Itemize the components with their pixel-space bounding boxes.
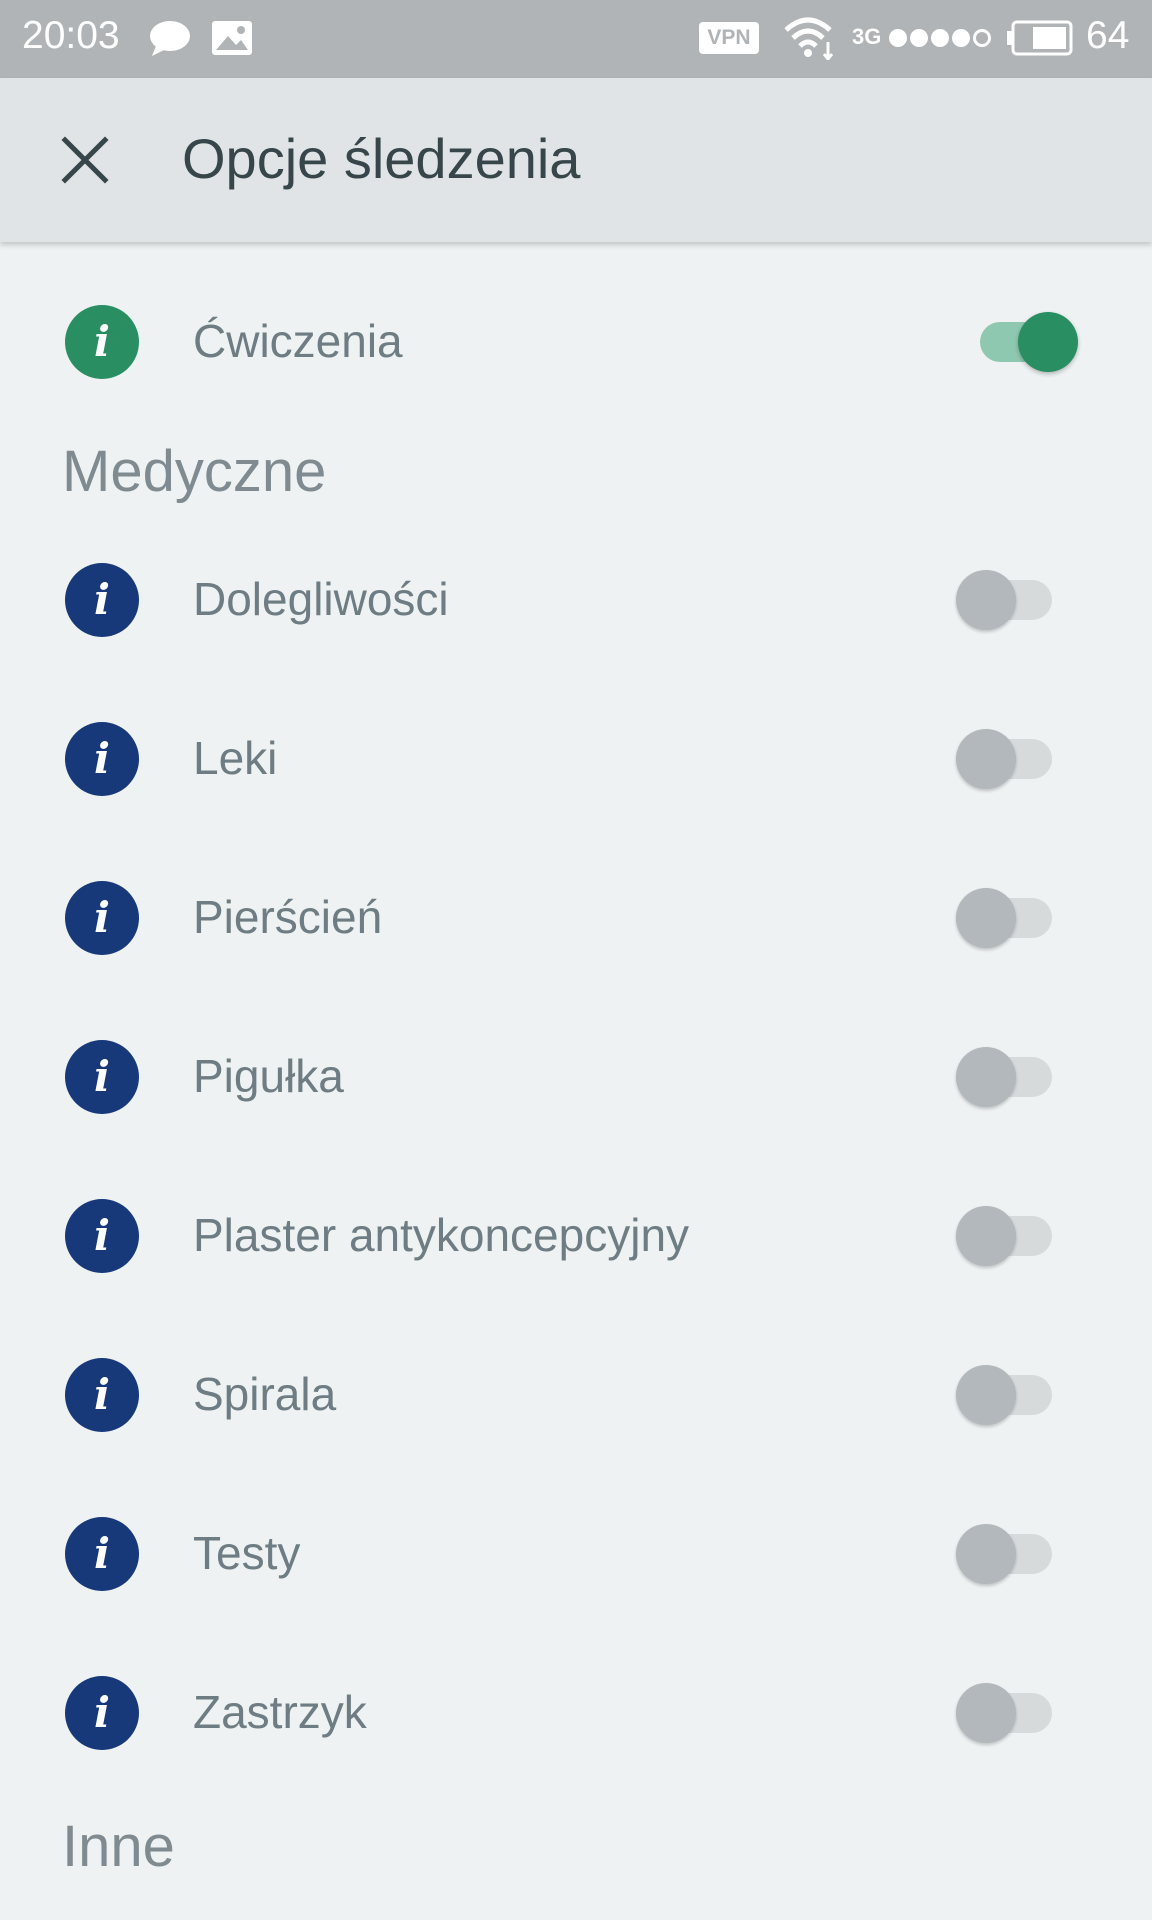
close-icon [61,136,109,184]
info-icon[interactable]: i [65,1199,139,1273]
list-item-label: Ćwiczenia [193,315,403,367]
info-icon[interactable]: i [65,1676,139,1750]
list-item-ring[interactable]: i Pierścień [0,858,1152,978]
iud-toggle[interactable] [956,1363,1056,1427]
list-item-ailments[interactable]: i Dolegliwości [0,540,1152,660]
list-item-exercise[interactable]: i Ćwiczenia [0,282,1152,402]
section-title-other: Inne [62,1814,175,1879]
info-icon[interactable]: i [65,305,139,379]
info-icon[interactable]: i [65,881,139,955]
close-button[interactable] [56,131,114,189]
info-icon[interactable]: i [65,1040,139,1114]
list-item-injection[interactable]: i Zastrzyk [0,1653,1152,1773]
ring-toggle[interactable] [956,886,1056,950]
list-item-patch[interactable]: i Plaster antykoncepcyjny [0,1176,1152,1296]
battery-level: 64 [1086,14,1130,57]
patch-toggle[interactable] [956,1204,1056,1268]
page-title: Opcje śledzenia [182,127,581,190]
list-item-label: Pigułka [193,1050,344,1102]
list-item-tests[interactable]: i Testy [0,1494,1152,1614]
list-item-label: Dolegliwości [193,573,449,625]
list-item-label: Pierścień [193,891,383,943]
list-item-label: Zastrzyk [193,1686,367,1738]
tests-toggle[interactable] [956,1522,1056,1586]
info-icon[interactable]: i [65,1358,139,1432]
list-item-medicines[interactable]: i Leki [0,699,1152,819]
battery-icon [1005,20,1073,60]
wifi-icon [784,16,836,64]
medicines-toggle[interactable] [956,727,1056,791]
status-bar: 20:03 VPN 3G 64 [0,0,1152,78]
vpn-badge: VPN [699,22,759,54]
list-item-label: Spirala [193,1368,337,1420]
status-time: 20:03 [22,14,120,57]
section-title-medical: Medyczne [62,439,327,504]
pill-toggle[interactable] [956,1045,1056,1109]
ailments-toggle[interactable] [956,568,1056,632]
network-type: 3G [852,24,882,49]
info-icon[interactable]: i [65,1517,139,1591]
exercise-toggle[interactable] [980,310,1080,374]
list-item-pill[interactable]: i Pigułka [0,1017,1152,1137]
message-icon [148,18,192,62]
list-item-label: Leki [193,732,278,784]
signal-strength-icon [888,26,994,54]
app-bar: Opcje śledzenia [0,78,1152,242]
injection-toggle[interactable] [956,1681,1056,1745]
info-icon[interactable]: i [65,722,139,796]
image-icon [210,18,254,62]
list-item-iud[interactable]: i Spirala [0,1335,1152,1455]
info-icon[interactable]: i [65,563,139,637]
list-item-label: Testy [193,1527,301,1579]
list-item-label: Plaster antykoncepcyjny [193,1209,690,1261]
